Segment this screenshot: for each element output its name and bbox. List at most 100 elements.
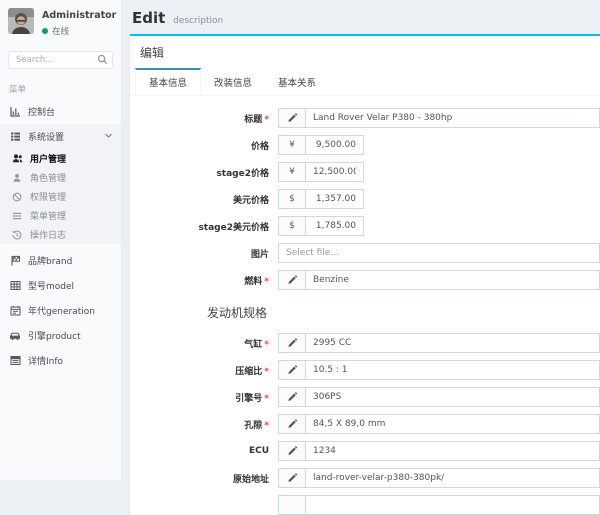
pencil-icon [279,496,306,514]
sidebar-item-brand[interactable]: 品牌brand [0,248,121,273]
compression-ratio-input[interactable] [306,361,599,379]
search-icon[interactable] [97,54,108,68]
sidebar-item-operation-log[interactable]: 操作日志 [0,225,121,244]
field-label: 气缸* [130,337,278,350]
sidebar-item-product[interactable]: 引擎product [0,323,121,348]
avatar-photo [8,8,34,34]
required-marker: * [264,421,269,431]
field-label: 价格 [130,139,278,152]
tab-basic-info[interactable]: 基本信息 [135,68,201,95]
sidebar-item-dashboard[interactable]: 控制台 [0,99,121,124]
field-label: stage2美元价格 [130,220,278,233]
table-icon [9,280,21,291]
bar-chart-icon [9,106,21,117]
content-header: Edit description [122,0,600,34]
cylinder-input[interactable] [306,334,599,352]
sidebar-item-label: 用户管理 [30,152,66,165]
tab-bar: 基本信息 改装信息 基本关系 [130,68,600,96]
pencil-icon [279,271,306,289]
field-label: 标题* [130,112,278,125]
sidebar-item-role-management[interactable]: 角色管理 [0,168,121,187]
yuan-addon: ¥ [279,163,306,181]
field-label: 原始地址 [130,472,278,485]
form-row-original-url: 原始地址 [130,468,600,488]
user-icon [11,173,23,183]
form-row-ecu: ECU [130,441,600,461]
field-label: 图片 [130,247,278,260]
original-url-input[interactable] [306,469,599,487]
sidebar-item-label: 控制台 [28,105,55,118]
sidebar-item-label: 详情Info [28,354,63,367]
form-row-fuel: 燃料* [130,270,600,290]
required-marker: * [264,394,269,404]
dollar-addon: $ [279,217,306,235]
form-row-price: 价格 ¥ [130,135,600,155]
sidebar-group-system-settings: 系统设置 用户管理 [0,124,121,244]
pencil-icon [279,109,306,127]
tab-basic-relations[interactable]: 基本关系 [265,68,329,95]
pencil-icon [279,415,306,433]
users-icon [11,153,23,164]
usd-price-input[interactable] [306,190,363,208]
file-select-input[interactable]: Select file... [278,243,600,263]
car-icon [9,330,21,341]
field-label: 美元价格 [130,193,278,206]
price-input[interactable] [306,136,363,154]
stage2-price-input[interactable] [306,163,363,181]
flag-checkered-icon [9,255,21,266]
form-row-cylinder: 气缸* [130,333,600,353]
tab-modification-info[interactable]: 改装信息 [201,68,265,95]
pencil-icon [279,361,306,379]
sidebar-item-label: 权限管理 [30,190,66,203]
form-row-image: 图片 Select file... [130,243,600,263]
sidebar-item-label: 年代generation [28,304,95,317]
pencil-icon [279,388,306,406]
engine-specs-heading: 发动机规格 [207,304,600,321]
sidebar-search [8,51,113,69]
sidebar-item-permission-management[interactable]: 权限管理 [0,187,121,206]
avatar [8,8,34,34]
user-panel: Administrator 在线 [0,0,121,43]
partial-input[interactable] [306,496,599,514]
bore-input[interactable] [306,415,599,433]
required-marker: * [264,277,269,287]
sidebar-item-model[interactable]: 型号model [0,273,121,298]
sidebar-item-info[interactable]: 详情Info [0,348,121,373]
sidebar: Administrator 在线 菜单 控制台 [0,0,122,480]
sidebar-item-menu-management[interactable]: 菜单管理 [0,206,121,225]
sidebar-item-label: 型号model [28,279,74,292]
sidebar-item-label: 角色管理 [30,171,66,184]
yuan-addon: ¥ [279,136,306,154]
dollar-addon: $ [279,190,306,208]
form-row-usd-price: 美元价格 $ [130,189,600,209]
sidebar-submenu: 用户管理 角色管理 权限管理 [0,149,121,244]
page-subtitle: description [173,16,223,26]
title-input[interactable] [306,109,599,127]
pencil-icon [279,442,306,460]
panel-title: 编辑 [130,36,600,66]
chevron-down-icon [104,131,113,143]
sidebar-item-system-settings[interactable]: 系统设置 [0,124,121,149]
ban-icon [11,192,23,202]
page-title: Edit [132,9,165,27]
required-marker: * [264,367,269,377]
required-marker: * [264,115,269,125]
stage2-usd-price-input[interactable] [306,217,363,235]
sidebar-item-label: 系统设置 [28,130,64,143]
required-marker: * [264,340,269,350]
fuel-input[interactable] [306,271,599,289]
ecu-input[interactable] [306,442,599,460]
field-label: 引擎号* [130,391,278,404]
field-label: 压缩比* [130,364,278,377]
form-row-compression-ratio: 压缩比* [130,360,600,380]
engine-number-input[interactable] [306,388,599,406]
pencil-icon [279,334,306,352]
sidebar-item-generation[interactable]: 年代generation [0,298,121,323]
list-alt-icon [9,355,21,366]
pencil-icon [279,469,306,487]
sidebar-item-label: 引擎product [28,329,81,342]
field-label: 燃料* [130,274,278,287]
form-row-engine-number: 引擎号* [130,387,600,407]
edit-form: 标题* 价格 ¥ stage2价格 ¥ [130,96,600,515]
sidebar-item-user-management[interactable]: 用户管理 [0,149,121,168]
